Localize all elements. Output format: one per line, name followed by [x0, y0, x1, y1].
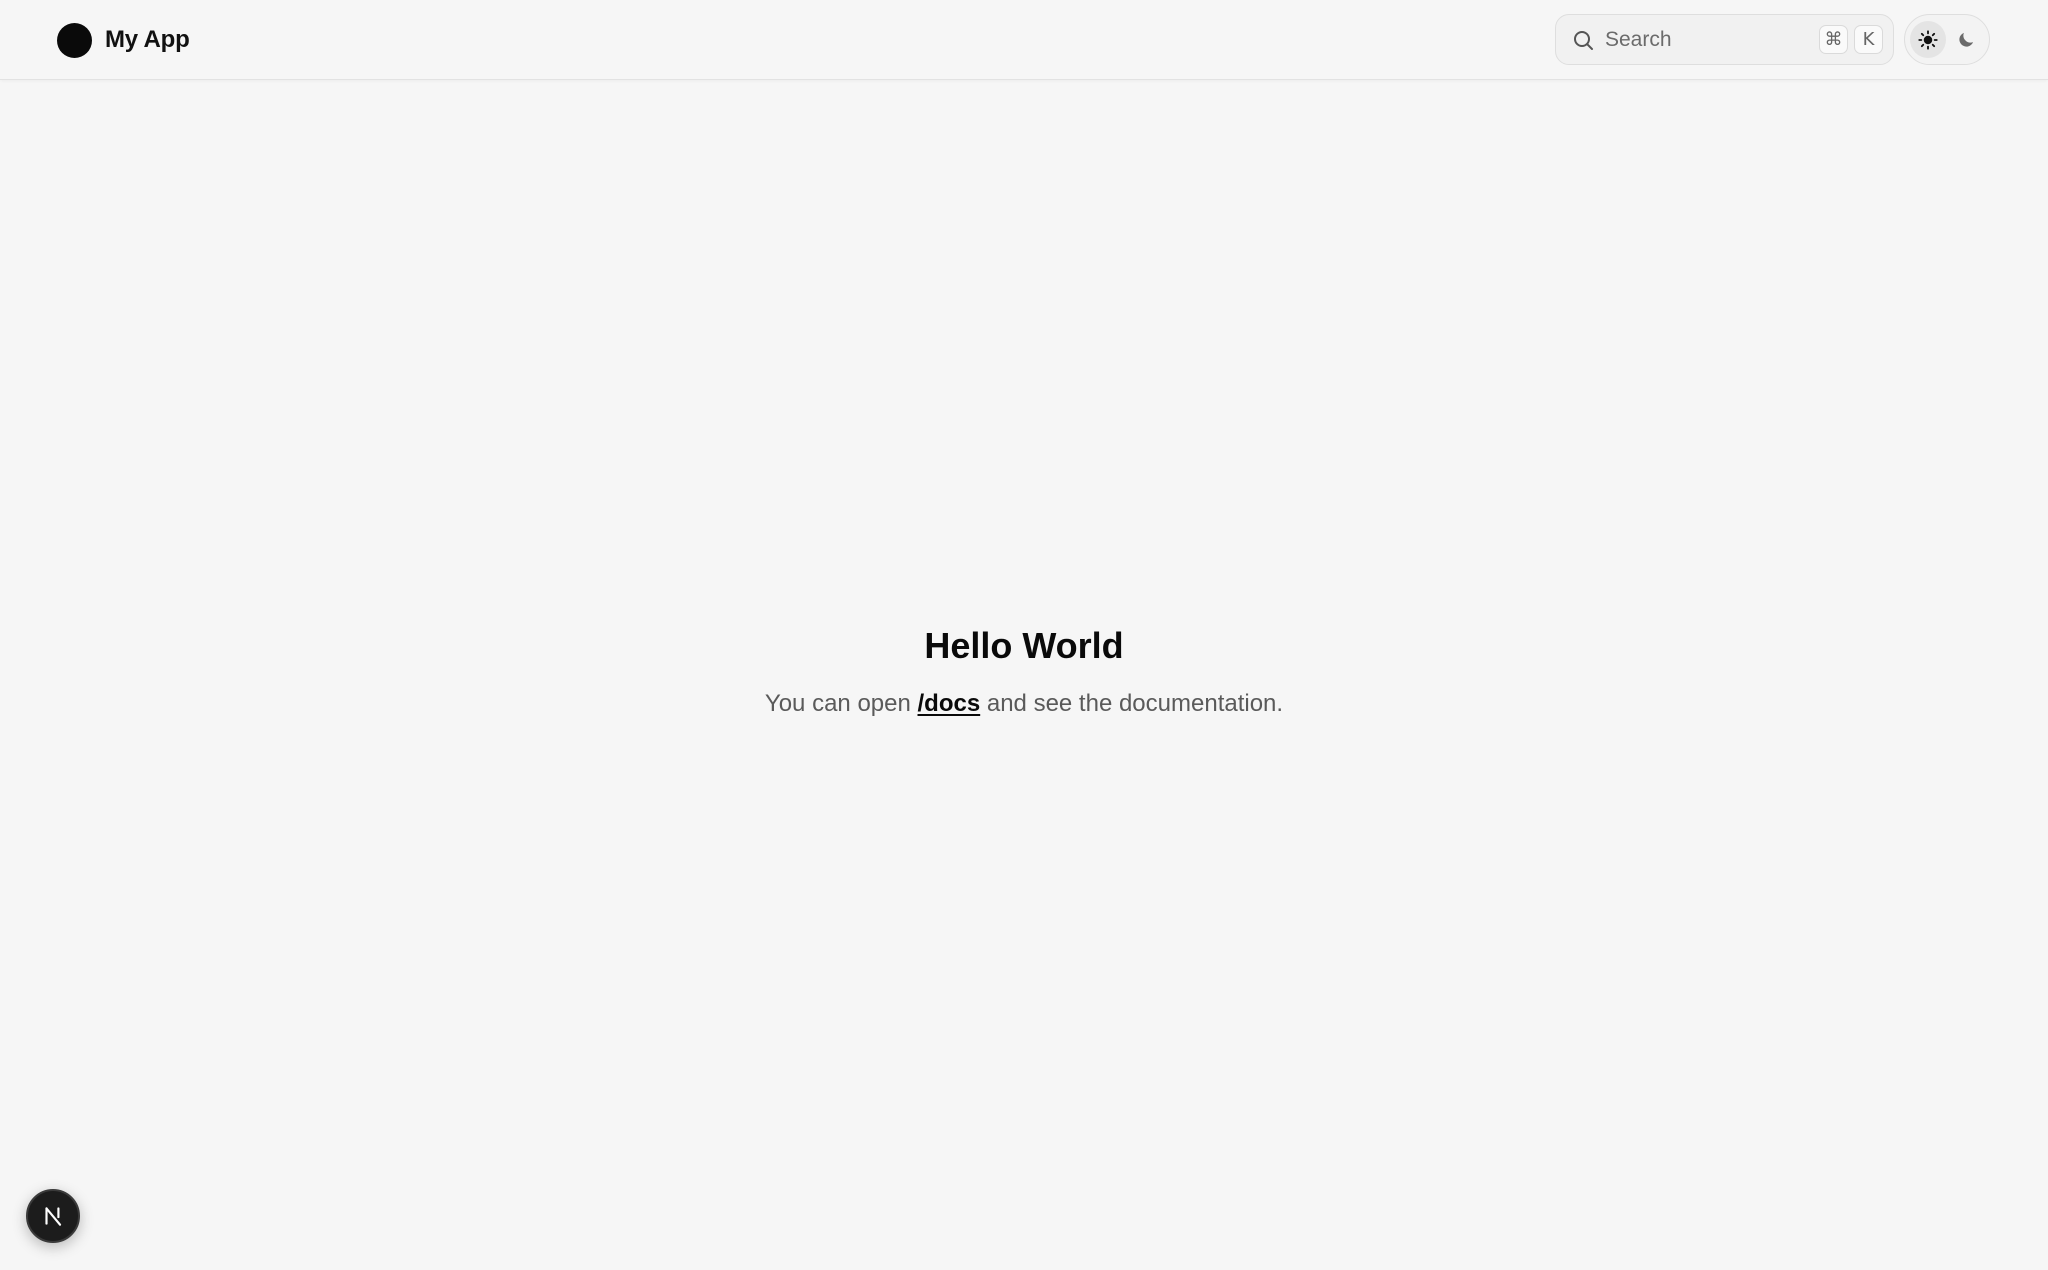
brand-link[interactable]: My App: [57, 22, 190, 58]
nextjs-dev-badge[interactable]: N: [26, 1189, 80, 1243]
main-content: Hello World You can open /docs and see t…: [0, 620, 2048, 722]
moon-icon: [1959, 32, 1974, 47]
intro-text: You can open /docs and see the documenta…: [0, 686, 2048, 722]
search-icon: [1571, 28, 1595, 52]
search-button[interactable]: Search ⌘ K: [1555, 14, 1894, 65]
dark-theme-button[interactable]: [1948, 21, 1984, 58]
navbar: My App Search ⌘ K: [0, 0, 2048, 80]
shortcut-key-cmd: ⌘: [1819, 25, 1848, 54]
light-theme-button[interactable]: [1910, 21, 1946, 58]
nextjs-logo-icon: [45, 1207, 62, 1226]
intro-text-after: and see the documentation.: [980, 690, 1284, 717]
page-title: Hello World: [924, 625, 1124, 666]
sun-icon: [1918, 29, 1938, 50]
theme-toggle: [1904, 14, 1990, 65]
docs-link[interactable]: /docs: [918, 690, 981, 717]
circle-logo-icon: [57, 22, 92, 58]
shortcut-key-k: K: [1854, 25, 1883, 54]
brand-name: My App: [105, 26, 190, 53]
search-placeholder: Search: [1605, 27, 1672, 51]
intro-text-before: You can open: [764, 690, 918, 717]
